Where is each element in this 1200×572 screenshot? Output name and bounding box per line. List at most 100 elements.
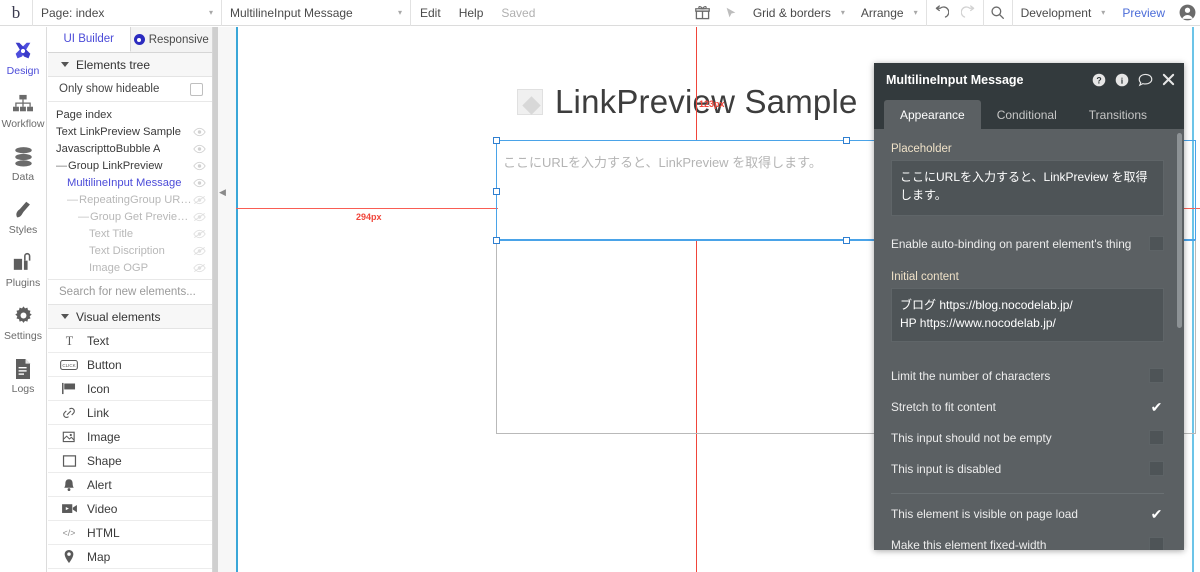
option-checkbox[interactable] — [1149, 430, 1164, 445]
tab-conditional[interactable]: Conditional — [981, 100, 1073, 129]
visual-element-alert[interactable]: Alert — [48, 473, 212, 497]
visual-element-shape[interactable]: Shape — [48, 449, 212, 473]
panel-splitter[interactable]: ◀ — [213, 27, 236, 572]
eye-slash-icon[interactable] — [192, 263, 206, 273]
visual-element-label: Shape — [87, 453, 122, 468]
initial-content-input[interactable]: ブログ https://blog.nocodelab.jp/ HP https:… — [891, 288, 1164, 342]
info-circle-icon[interactable]: i — [1115, 73, 1129, 87]
collapse-panel-icon[interactable]: ◀ — [219, 187, 226, 198]
tree-item[interactable]: — RepeatingGroup URLs — [48, 191, 212, 208]
auto-binding-checkbox[interactable] — [1149, 236, 1164, 251]
eye-slash-icon[interactable] — [192, 229, 206, 239]
rail-item-logs[interactable]: Logs — [0, 349, 47, 402]
option-row: This element is visible on page load — [891, 498, 1164, 529]
rail-item-data[interactable]: Data — [0, 137, 47, 190]
option-checkbox[interactable] — [1149, 368, 1164, 383]
eye-icon[interactable] — [192, 127, 206, 137]
visual-element-link[interactable]: Link — [48, 401, 212, 425]
arrange-menu[interactable]: Arrange ▾ — [853, 0, 926, 26]
bubble-logo[interactable]: b — [0, 0, 32, 26]
tab-appearance[interactable]: Appearance — [884, 100, 981, 129]
tree-collapse-icon[interactable]: — — [78, 211, 89, 223]
canvas-page-title[interactable]: LinkPreview Sample — [517, 83, 858, 121]
preview-button[interactable]: Preview — [1113, 0, 1174, 26]
tree-item[interactable]: — Group LinkPreview — [48, 157, 212, 174]
rail-item-design[interactable]: Design — [0, 31, 47, 84]
account-icon[interactable] — [1174, 0, 1200, 26]
tree-item[interactable]: Text Title — [48, 225, 212, 242]
comment-icon[interactable] — [1138, 73, 1153, 87]
eye-slash-icon[interactable] — [193, 212, 206, 222]
visual-elements-header[interactable]: Visual elements — [48, 305, 212, 329]
search-icon[interactable] — [984, 0, 1012, 26]
svg-text:T: T — [65, 334, 73, 348]
element-selector[interactable]: MultilineInput Message ▾ — [222, 0, 410, 26]
eye-icon[interactable] — [192, 178, 206, 188]
help-circle-icon[interactable]: ? — [1092, 73, 1106, 87]
placeholder-field-input[interactable]: ここにURLを入力すると、LinkPreview を取得します。 — [891, 160, 1164, 216]
visual-element-image[interactable]: Image — [48, 425, 212, 449]
resize-handle-top-left[interactable] — [493, 137, 500, 144]
option-checkbox[interactable] — [1149, 537, 1164, 550]
undo-icon[interactable] — [927, 0, 955, 26]
eye-icon[interactable] — [192, 161, 206, 171]
tab-responsive[interactable]: Responsive — [130, 27, 212, 52]
canvas-left-boundary — [236, 27, 238, 572]
eye-slash-icon[interactable] — [192, 195, 206, 205]
visual-element-text[interactable]: T Text — [48, 329, 212, 353]
tree-item-label: Group Get Preview (Lin... — [90, 210, 193, 223]
left-rail: Design Workflow Data Styles Plugins Sett… — [0, 27, 47, 572]
edit-menu[interactable]: Edit — [411, 0, 450, 26]
resize-handle-bottom-center[interactable] — [843, 237, 850, 244]
workflow-icon — [12, 92, 34, 116]
resize-handle-top-center[interactable] — [843, 137, 850, 144]
gift-icon[interactable] — [689, 0, 717, 26]
version-selector[interactable]: Development ▾ — [1013, 0, 1114, 26]
option-checkbox[interactable] — [1149, 461, 1164, 476]
option-checkbox[interactable] — [1149, 506, 1164, 521]
tab-ui-builder[interactable]: UI Builder — [48, 27, 131, 52]
help-menu[interactable]: Help — [450, 0, 493, 26]
option-label: This element is visible on page load — [891, 506, 1078, 521]
tab-transitions[interactable]: Transitions — [1073, 100, 1163, 129]
rail-item-settings[interactable]: Settings — [0, 296, 47, 349]
tree-item[interactable]: Text Discription — [48, 242, 212, 259]
horizontal-measure-guide — [236, 208, 498, 209]
visual-element-map[interactable]: Map — [48, 545, 212, 569]
search-new-elements-input[interactable]: Search for new elements... — [48, 280, 212, 305]
visual-element-video[interactable]: Video — [48, 497, 212, 521]
visual-element-button[interactable]: CLICK Button — [48, 353, 212, 377]
search-new-elements-placeholder: Search for new elements... — [59, 286, 196, 298]
property-panel-header-icons: ? i — [1092, 73, 1175, 87]
visual-element-html[interactable]: </> HTML — [48, 521, 212, 545]
resize-handle-middle-left[interactable] — [493, 188, 500, 195]
resize-handle-bottom-left[interactable] — [493, 237, 500, 244]
option-label: This input should not be empty — [891, 430, 1052, 445]
rail-item-workflow[interactable]: Workflow — [0, 84, 47, 137]
rail-label-styles: Styles — [8, 223, 38, 236]
close-icon[interactable] — [1162, 73, 1175, 86]
elements-tree-header[interactable]: Elements tree — [48, 53, 212, 77]
rail-item-plugins[interactable]: Plugins — [0, 243, 47, 296]
tree-collapse-icon[interactable]: — — [56, 160, 67, 172]
only-show-hideable-checkbox[interactable] — [190, 82, 203, 96]
property-panel-scrollbar[interactable] — [1177, 133, 1182, 328]
eye-icon[interactable] — [192, 144, 206, 154]
tree-item[interactable]: Image OGP — [48, 259, 212, 276]
button-icon: CLICK — [60, 359, 78, 371]
eye-slash-icon[interactable] — [192, 246, 206, 256]
page-selector[interactable]: Page: index ▾ — [33, 0, 221, 26]
elements-tree: Page index Text LinkPreview Sample Javascr… — [48, 102, 212, 280]
option-checkbox[interactable] — [1149, 399, 1164, 414]
pointer-icon[interactable] — [717, 0, 745, 26]
tree-item[interactable]: Text LinkPreview Sample — [48, 123, 212, 140]
tree-item[interactable]: MultilineInput Message — [48, 174, 212, 191]
tree-item[interactable]: Page index — [48, 106, 212, 123]
visual-element-icon[interactable]: Icon — [48, 377, 212, 401]
tree-item[interactable]: —Group Get Preview (Lin... — [48, 208, 212, 225]
tree-item[interactable]: JavascripttoBubble A — [48, 140, 212, 157]
grid-borders-menu[interactable]: Grid & borders ▾ — [745, 0, 853, 26]
rail-item-styles[interactable]: Styles — [0, 190, 47, 243]
tree-collapse-icon[interactable]: — — [67, 194, 78, 206]
option-row: This input is disabled — [891, 453, 1164, 484]
